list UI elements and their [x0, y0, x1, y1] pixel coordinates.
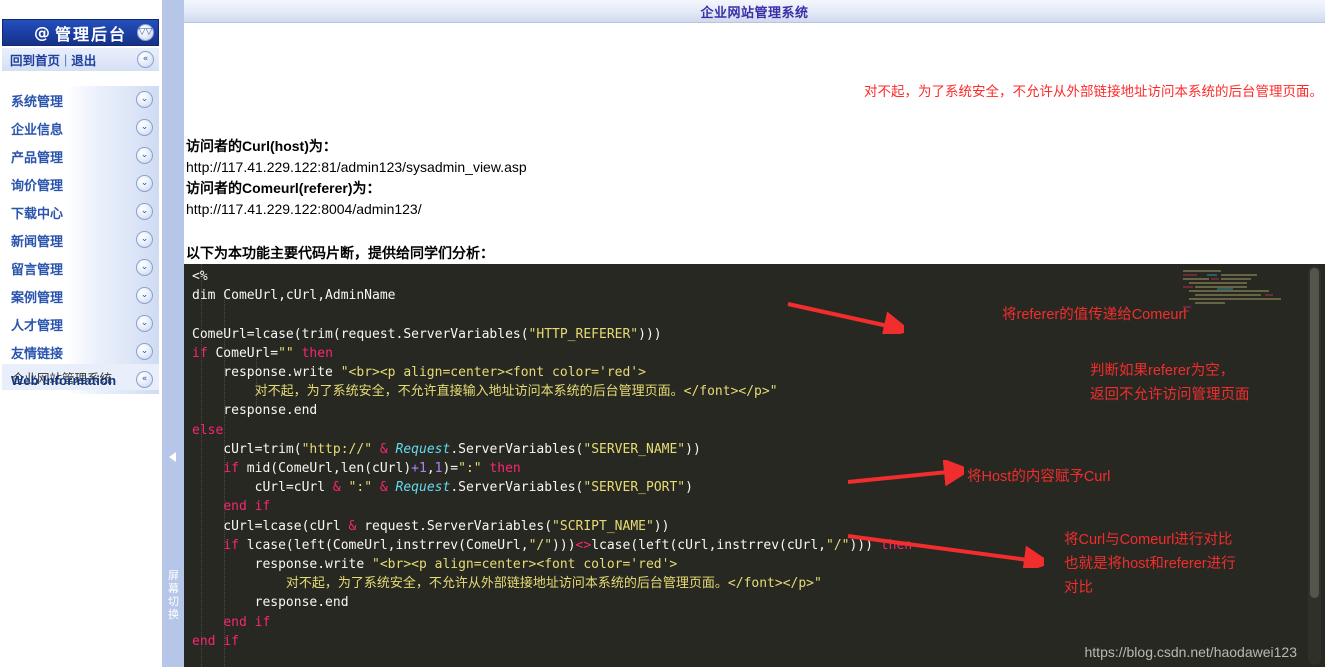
sidebar-item-news-management[interactable]: 新闻管理 ⌄ [0, 226, 162, 254]
sidebar-item-label: 留言管理 [11, 261, 64, 277]
annotation-referer-empty-line2: 返回不允许访问管理页面 [1090, 387, 1250, 403]
topnav-separator: | [64, 52, 68, 67]
chevron-double-down-icon[interactable]: ⌄ [136, 231, 153, 248]
sidebar-item-product-management[interactable]: 产品管理 ⌄ [0, 142, 162, 170]
screen-splitter-bar[interactable]: 屏幕切换 [163, 0, 184, 667]
curl-host-label: 访问者的Curl(host)为： [186, 138, 337, 154]
code-vertical-scrollbar[interactable] [1308, 266, 1321, 665]
back-home-link[interactable]: 回到首页 [10, 50, 60, 69]
scrollbar-thumb[interactable] [1310, 268, 1319, 598]
sidebar-item-label: 产品管理 [11, 149, 64, 165]
chevron-double-down-icon[interactable]: ⌄ [136, 343, 153, 360]
annotation-arrow-3 [847, 534, 1044, 568]
sidebar-item-label: Web Information [11, 372, 117, 388]
sidebar-item-label: 新闻管理 [11, 233, 64, 249]
chevron-double-down-icon[interactable]: ⌄ [136, 91, 153, 108]
chevron-double-down-icon[interactable]: ▽▽ [137, 24, 154, 41]
security-warning-message: 对不起，为了系统安全，不允许从外部链接地址访问本系统的后台管理页面。 [864, 84, 1323, 99]
triangle-left-icon[interactable] [169, 452, 176, 462]
blog-watermark: https://blog.csdn.net/haodawei123 [1084, 644, 1298, 660]
curl-host-value: http://117.41.229.122:81/admin123/sysadm… [186, 159, 527, 175]
annotation-arrow-1 [787, 302, 904, 334]
comeurl-referer-value: http://117.41.229.122:8004/admin123/ [186, 201, 422, 217]
chevron-double-down-icon[interactable]: ⌄ [136, 259, 153, 276]
sidebar-item-label: 系统管理 [11, 93, 64, 109]
chevron-double-left-icon[interactable]: « [137, 51, 154, 68]
sidebar-item-label: 企业信息 [11, 121, 64, 137]
code-editor-panel[interactable]: <% dim ComeUrl,cUrl,AdminName ComeUrl=lc… [184, 264, 1325, 667]
chevron-double-down-icon[interactable]: ⌄ [136, 175, 153, 192]
sidebar-item-label: 下载中心 [11, 205, 64, 221]
annotation-referer-to-comeurl: 将referer的值传递给Comeurl [1002, 307, 1187, 323]
sidebar-menu: 系统管理 ⌄ 企业信息 ⌄ 产品管理 ⌄ 询价管理 ⌄ 下载中心 ⌄ 新闻管理 … [0, 86, 162, 394]
chevron-double-down-icon[interactable]: ⌄ [136, 119, 153, 136]
page-title: 企业网站管理系统 [700, 4, 809, 20]
chevron-double-down-icon[interactable]: ⌄ [136, 147, 153, 164]
sidebar-item-system-management[interactable]: 系统管理 ⌄ [0, 86, 162, 114]
admin-panel-title: 管理后台 [54, 26, 127, 44]
sidebar-item-inquiry-management[interactable]: 询价管理 ⌄ [0, 170, 162, 198]
sidebar: @ 管理后台 ▽▽ 回到首页 | 退出 « 系统管理 ⌄ 企业信息 ⌄ 产品管理 [0, 0, 163, 667]
annotation-compare-line2: 也就是将host和referer进行 [1064, 556, 1236, 572]
sidebar-item-friendly-links[interactable]: 友情链接 ⌄ [0, 338, 162, 366]
sidebar-item-company-info[interactable]: 企业信息 ⌄ [0, 114, 162, 142]
sidebar-item-label: 人才管理 [11, 317, 64, 333]
sidebar-topnav: 回到首页 | 退出 [2, 48, 159, 71]
chevron-double-down-icon[interactable]: ⌄ [136, 315, 153, 332]
main-content: 企业网站管理系统 对不起，为了系统安全，不允许从外部链接地址访问本系统的后台管理… [184, 0, 1325, 667]
main-titlebar: 企业网站管理系统 [184, 0, 1325, 23]
annotation-referer-empty-line1: 判断如果referer为空， [1090, 363, 1235, 379]
annotation-compare-line1: 将Curl与Comeurl进行对比 [1064, 532, 1233, 548]
code-section-title: 以下为本功能主要代码片断，提供给同学们分析： [186, 245, 494, 261]
chevron-double-down-icon[interactable]: ⌄ [136, 203, 153, 220]
code-minimap[interactable] [1177, 266, 1295, 326]
sidebar-item-message-management[interactable]: 留言管理 ⌄ [0, 254, 162, 282]
splitter-vertical-label: 屏幕切换 [168, 570, 179, 621]
sidebar-item-label: 询价管理 [11, 177, 64, 193]
admin-panel-header: @ 管理后台 [2, 19, 159, 46]
visitor-info-block: 访问者的Curl(host)为： http://117.41.229.122:8… [186, 136, 527, 220]
annotation-host-to-curl: 将Host的内容赋予Curl [967, 469, 1111, 485]
annotation-arrow-2 [847, 460, 964, 487]
page-root: @ 管理后台 ▽▽ 回到首页 | 退出 « 系统管理 ⌄ 企业信息 ⌄ 产品管理 [0, 0, 1325, 667]
sidebar-item-case-management[interactable]: 案例管理 ⌄ [0, 282, 162, 310]
annotation-compare-line3: 对比 [1064, 580, 1093, 596]
comeurl-referer-label: 访问者的Comeurl(referer)为： [186, 180, 381, 196]
chevron-double-down-icon[interactable]: ⌄ [136, 287, 153, 304]
at-symbol-icon: @ [33, 23, 52, 42]
sidebar-item-label: 友情链接 [11, 345, 64, 361]
sidebar-item-download-center[interactable]: 下载中心 ⌄ [0, 198, 162, 226]
sidebar-item-label: 案例管理 [11, 289, 64, 305]
logout-link[interactable]: 退出 [71, 50, 96, 69]
chevron-double-left-icon[interactable]: « [136, 371, 153, 388]
sidebar-item-talent-management[interactable]: 人才管理 ⌄ [0, 310, 162, 338]
